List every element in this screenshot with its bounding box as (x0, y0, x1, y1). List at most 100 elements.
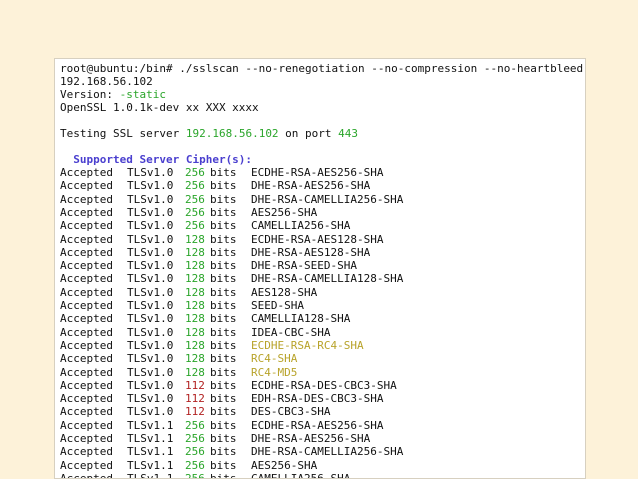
cipher-bits-label: bits (210, 312, 237, 326)
cipher-name: ECDHE-RSA-AES256-SHA (251, 418, 384, 432)
cipher-status: Accepted (60, 179, 113, 193)
cipher-bits-label: bits (210, 179, 237, 193)
cipher-protocol: TLSv1.0 (127, 338, 174, 352)
cipher-protocol: TLSv1.0 (127, 245, 174, 259)
cipher-status: Accepted (60, 245, 113, 259)
cipher-status: Accepted (60, 445, 113, 459)
cipher-bits: 256 (185, 418, 205, 432)
cipher-protocol: TLSv1.0 (127, 365, 174, 379)
cipher-bits: 256 (185, 445, 205, 459)
cipher-status: Accepted (60, 192, 113, 206)
cipher-row: Accepted TLSv1.0 128 bits DHE-RSA-CAMELLIA12… (60, 272, 580, 285)
cipher-status: Accepted (60, 418, 113, 432)
cipher-bits-label: bits (210, 192, 237, 206)
cipher-protocol: TLSv1.0 (127, 299, 174, 312)
cipher-status: Accepted (60, 325, 113, 339)
cipher-protocol: TLSv1.0 (127, 392, 174, 406)
cipher-name: DHE-RSA-AES256-SHA (251, 179, 371, 193)
cipher-status: Accepted (60, 272, 113, 286)
cipher-bits: 256 (185, 432, 205, 445)
cipher-status: Accepted (60, 471, 113, 479)
cipher-protocol: TLSv1.0 (127, 219, 174, 233)
cipher-protocol: TLSv1.0 (127, 166, 174, 179)
cipher-row: Accepted TLSv1.1 256 bits AES256-SHA (60, 459, 580, 472)
cipher-row: Accepted TLSv1.0 256 bits AES256-SHA (60, 206, 580, 219)
cipher-row: Accepted TLSv1.0 112 bits ECDHE-RSA-DES-CBC3… (60, 379, 580, 392)
cipher-bits: 256 (185, 458, 205, 472)
cipher-name: DHE-RSA-CAMELLIA256-SHA (251, 192, 404, 206)
cipher-bits-label: bits (210, 392, 237, 406)
cipher-protocol: TLSv1.0 (127, 325, 174, 339)
cipher-row: Accepted TLSv1.0 128 bits IDEA-CBC-SHA (60, 326, 580, 339)
cipher-protocol: TLSv1.1 (127, 418, 174, 432)
cipher-name: DHE-RSA-SEED-SHA (251, 259, 357, 273)
cipher-status: Accepted (60, 219, 113, 233)
cipher-name: SEED-SHA (251, 299, 304, 312)
cipher-row: Accepted TLSv1.1 256 bits DHE-RSA-AES256-SHA (60, 432, 580, 445)
cipher-row: Accepted TLSv1.0 128 bits DHE-RSA-AES128-SHA (60, 246, 580, 259)
ciphers-header: Supported Server Cipher(s): (60, 153, 253, 166)
cipher-bits: 128 (185, 365, 205, 379)
cipher-protocol: TLSv1.0 (127, 378, 174, 392)
cipher-name: ECDHE-RSA-RC4-SHA (251, 338, 364, 352)
cipher-protocol: TLSv1.1 (127, 432, 174, 445)
cipher-status: Accepted (60, 259, 113, 273)
cipher-status: Accepted (60, 378, 113, 392)
testing-prefix: Testing SSL server (60, 127, 186, 140)
cipher-bits-label: bits (210, 445, 237, 459)
cipher-bits-label: bits (210, 232, 237, 246)
cipher-bits-label: bits (210, 205, 237, 219)
cipher-name: EDH-RSA-DES-CBC3-SHA (251, 392, 384, 406)
cipher-status: Accepted (60, 458, 113, 472)
cipher-bits: 256 (185, 205, 205, 219)
cipher-bits: 256 (185, 179, 205, 193)
cipher-status: Accepted (60, 285, 113, 299)
cipher-name: DHE-RSA-AES128-SHA (251, 245, 371, 259)
cipher-status: Accepted (60, 392, 113, 406)
cipher-protocol: TLSv1.0 (127, 352, 174, 366)
cipher-bits-label: bits (210, 365, 237, 379)
cipher-bits: 256 (185, 471, 205, 479)
cipher-bits-label: bits (210, 458, 237, 472)
cipher-name: IDEA-CBC-SHA (251, 325, 331, 339)
cipher-name: DES-CBC3-SHA (251, 405, 331, 419)
cipher-row: Accepted TLSv1.0 128 bits ECDHE-RSA-RC4-SHA (60, 339, 580, 352)
testing-port: 443 (338, 127, 359, 140)
cipher-bits: 256 (185, 219, 205, 233)
cipher-bits-label: bits (210, 405, 237, 419)
cipher-bits: 112 (185, 405, 205, 419)
cipher-bits-label: bits (210, 166, 237, 179)
terminal-window[interactable]: root@ubuntu:/bin# ./sslscan --no-renegot… (54, 58, 586, 479)
cipher-bits-label: bits (210, 432, 237, 445)
cipher-row: Accepted TLSv1.1 256 bits ECDHE-RSA-AES256-S… (60, 419, 580, 432)
cipher-protocol: TLSv1.0 (127, 285, 174, 299)
cipher-name: RC4-MD5 (251, 365, 298, 379)
cipher-bits: 128 (185, 299, 205, 312)
cipher-protocol: TLSv1.0 (127, 232, 174, 246)
cipher-status: Accepted (60, 338, 113, 352)
cipher-bits-label: bits (210, 378, 237, 392)
cipher-row: Accepted TLSv1.0 256 bits DHE-RSA-AES256-SHA (60, 179, 580, 192)
cipher-row: Accepted TLSv1.0 112 bits DES-CBC3-SHA (60, 405, 580, 418)
cipher-row: Accepted TLSv1.0 128 bits AES128-SHA (60, 286, 580, 299)
cipher-bits-label: bits (210, 338, 237, 352)
cipher-bits-label: bits (210, 325, 237, 339)
cipher-bits-label: bits (210, 299, 237, 312)
cipher-name: DHE-RSA-CAMELLIA256-SHA (251, 445, 404, 459)
cipher-protocol: TLSv1.0 (127, 259, 174, 273)
cipher-bits: 128 (185, 325, 205, 339)
cipher-row: Accepted TLSv1.0 128 bits ECDHE-RSA-AES128-S… (60, 233, 580, 246)
cipher-row: Accepted TLSv1.0 128 bits DHE-RSA-SEED-SHA (60, 259, 580, 272)
cipher-protocol: TLSv1.1 (127, 458, 174, 472)
cipher-protocol: TLSv1.0 (127, 179, 174, 193)
openssl-line: OpenSSL 1.0.1k-dev xx XXX xxxx (60, 101, 259, 114)
cipher-bits-label: bits (210, 272, 237, 286)
cipher-protocol: TLSv1.1 (127, 471, 174, 479)
cipher-protocol: TLSv1.1 (127, 445, 174, 459)
cipher-row: Accepted TLSv1.0 256 bits ECDHE-RSA-AES256-S… (60, 166, 580, 179)
cipher-bits-label: bits (210, 418, 237, 432)
cipher-bits: 128 (185, 312, 205, 326)
cipher-row: Accepted TLSv1.1 256 bits DHE-RSA-CAMELLIA25… (60, 445, 580, 458)
cipher-name: AES128-SHA (251, 285, 318, 299)
cipher-bits: 112 (185, 392, 205, 406)
